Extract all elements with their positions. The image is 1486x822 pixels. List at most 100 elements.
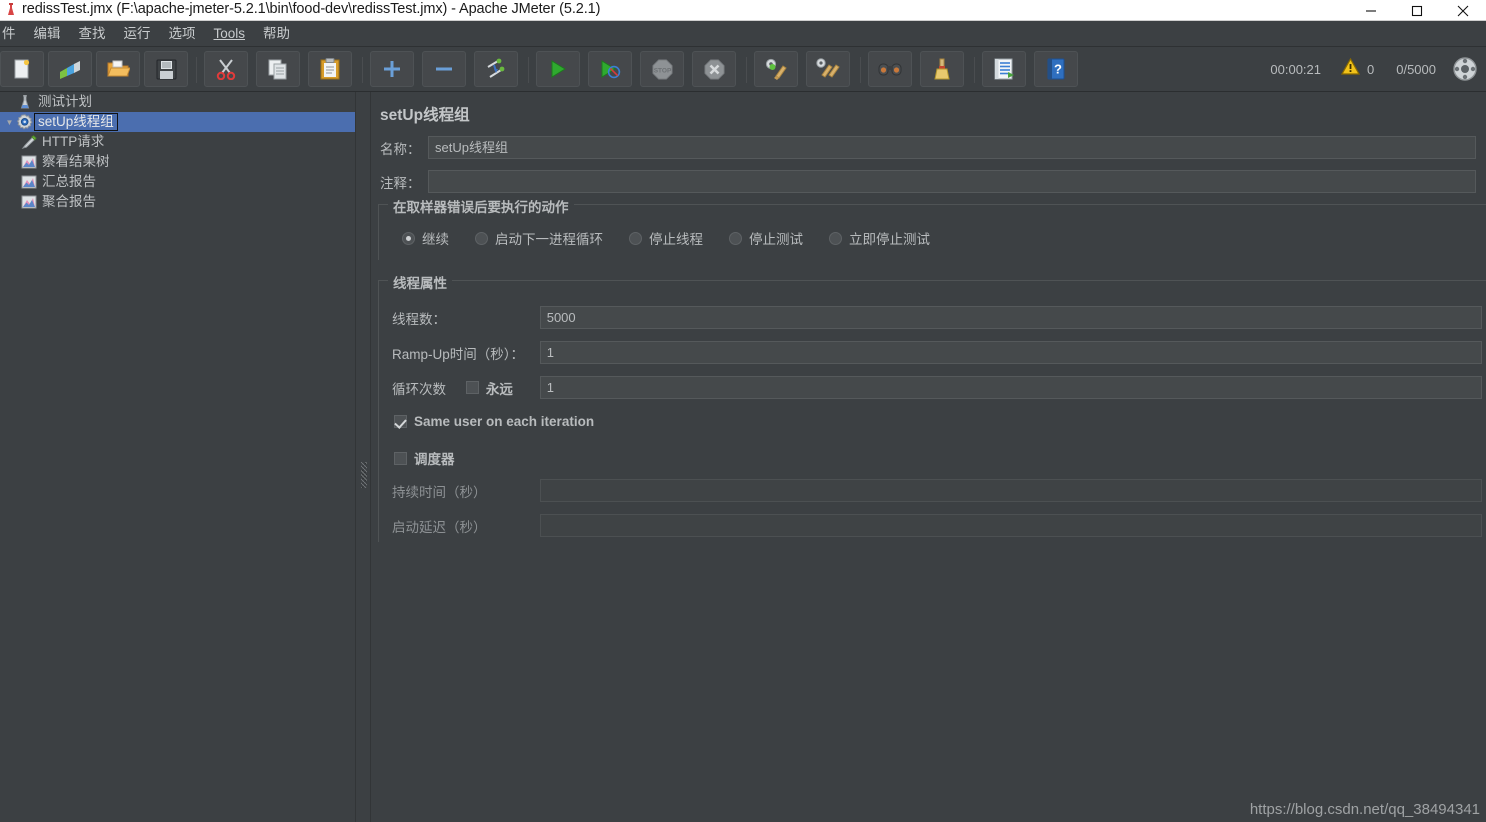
forever-checkbox[interactable]: 永远 xyxy=(465,378,540,398)
num-threads-input[interactable]: 5000 xyxy=(539,306,1482,329)
radio-start-next-loop[interactable]: 启动下一进程循环 xyxy=(475,228,603,248)
tree-item-label: HTTP请求 xyxy=(42,134,105,149)
tree-item-label: 聚合报告 xyxy=(42,194,96,209)
http-request-icon xyxy=(19,134,39,150)
start-no-pauses-button[interactable] xyxy=(588,51,632,87)
shutdown-button[interactable] xyxy=(692,51,736,87)
thread-properties-group-title: 线程属性 xyxy=(388,272,452,292)
running-indicator-icon xyxy=(1452,56,1478,82)
warning-count: 0 xyxy=(1367,61,1375,77)
app-icon xyxy=(4,3,18,18)
tree-item-setup-thread-group[interactable]: ▼ setUp线程组 xyxy=(0,112,355,132)
collapse-all-button[interactable] xyxy=(422,51,466,87)
close-button[interactable] xyxy=(1440,0,1486,21)
minimize-button[interactable] xyxy=(1348,0,1394,21)
ramp-up-input[interactable]: 1 xyxy=(539,341,1482,364)
radio-label: 停止测试 xyxy=(749,232,803,247)
radio-label: 继续 xyxy=(422,232,449,247)
start-button[interactable] xyxy=(536,51,580,87)
test-plan-tree[interactable]: 测试计划 ▼ setUp线程组 HTTP请求 察看结果树 汇总报告 聚合报告 xyxy=(0,92,355,822)
clear-all-button[interactable] xyxy=(806,51,850,87)
menu-search[interactable]: 查找 xyxy=(70,21,115,47)
svg-text:STOP: STOP xyxy=(653,67,671,74)
tree-item-http-request[interactable]: HTTP请求 xyxy=(0,132,355,152)
tree-twisty[interactable] xyxy=(4,92,15,112)
ramp-up-label: Ramp-Up时间（秒）： xyxy=(392,346,525,362)
function-helper-button[interactable] xyxy=(982,51,1026,87)
menu-options[interactable]: 选项 xyxy=(160,21,205,47)
comment-input[interactable] xyxy=(428,170,1476,193)
name-label: 名称： xyxy=(380,141,421,157)
startup-delay-label: 启动延迟（秒） xyxy=(392,519,487,535)
forever-label: 永远 xyxy=(485,381,513,397)
error-action-group-title: 在取样器错误后要执行的动作 xyxy=(388,196,574,216)
paste-button[interactable] xyxy=(308,51,352,87)
cut-button[interactable] xyxy=(204,51,248,87)
window-title: redissTest.jmx (F:\apache-jmeter-5.2.1\b… xyxy=(22,1,601,17)
same-user-checkbox[interactable]: Same user on each iteration xyxy=(394,414,594,429)
expand-all-button[interactable] xyxy=(370,51,414,87)
search-button[interactable] xyxy=(868,51,912,87)
maximize-button[interactable] xyxy=(1394,0,1440,21)
num-threads-row: 线程数： 5000 xyxy=(392,306,1482,329)
duration-input[interactable] xyxy=(539,479,1482,502)
scheduler-checkbox[interactable]: 调度器 xyxy=(394,448,455,468)
menu-edit[interactable]: 编辑 xyxy=(25,21,70,47)
splitter-grip[interactable] xyxy=(361,462,367,488)
setup-thread-group-icon xyxy=(15,114,35,130)
menu-tools-label: Tools xyxy=(213,25,246,41)
help-button[interactable]: ? xyxy=(1034,51,1078,87)
summary-report-icon xyxy=(19,174,39,190)
toggle-button[interactable] xyxy=(474,51,518,87)
toolbar-status: 00:00:21 0 0/5000 xyxy=(1270,51,1478,87)
name-input[interactable]: setUp线程组 xyxy=(428,136,1476,159)
radio-indicator xyxy=(629,231,642,245)
radio-stop-test-now[interactable]: 立即停止测试 xyxy=(829,228,930,248)
radio-label: 立即停止测试 xyxy=(849,232,930,247)
tree-twisty[interactable]: ▼ xyxy=(4,112,15,132)
duration-label: 持续时间（秒） xyxy=(392,484,487,500)
startup-delay-input[interactable] xyxy=(539,514,1482,537)
scheduler-label: 调度器 xyxy=(414,452,455,467)
menu-file[interactable]: 件 xyxy=(0,21,25,47)
stop-button[interactable]: STOP xyxy=(640,51,684,87)
aggregate-report-icon xyxy=(19,194,39,210)
watermark: https://blog.csdn.net/qq_38494341 xyxy=(1249,801,1480,818)
tree-item-test-plan[interactable]: 测试计划 xyxy=(0,92,355,112)
tree-item-view-results-tree[interactable]: 察看结果树 xyxy=(0,152,355,172)
same-user-label: Same user on each iteration xyxy=(414,414,595,429)
reset-search-button[interactable] xyxy=(920,51,964,87)
test-plan-icon xyxy=(15,94,35,110)
clear-button[interactable] xyxy=(754,51,798,87)
toolbar: STOP ? 00:00:21 0 0/5000 xyxy=(0,47,1486,92)
elapsed-timer: 00:00:21 xyxy=(1270,61,1321,77)
radio-continue[interactable]: 继续 xyxy=(402,228,449,248)
active-threads-count: 0/5000 xyxy=(1396,61,1436,77)
menu-help[interactable]: 帮助 xyxy=(254,21,299,47)
tree-item-label: 测试计划 xyxy=(38,94,92,109)
ramp-up-row: Ramp-Up时间（秒）： 1 xyxy=(392,341,1482,364)
tree-item-aggregate-report[interactable]: 聚合报告 xyxy=(0,192,355,212)
jmeter-window: redissTest.jmx (F:\apache-jmeter-5.2.1\b… xyxy=(0,0,1486,822)
radio-indicator xyxy=(402,231,415,245)
menu-bar: 件 编辑 查找 运行 选项 Tools 帮助 xyxy=(0,21,1486,47)
num-threads-label: 线程数： xyxy=(392,311,446,327)
radio-indicator xyxy=(475,231,488,245)
radio-indicator xyxy=(829,231,842,245)
loop-count-input[interactable]: 1 xyxy=(539,376,1482,399)
radio-stop-test[interactable]: 停止测试 xyxy=(729,228,803,248)
panel-splitter[interactable] xyxy=(355,92,371,822)
tree-item-summary-report[interactable]: 汇总报告 xyxy=(0,172,355,192)
menu-tools[interactable]: Tools xyxy=(205,21,255,47)
error-action-radios: 继续 启动下一进程循环 停止线程 停止测试 立即停止测试 xyxy=(402,228,956,248)
open-button[interactable] xyxy=(96,51,140,87)
menu-run[interactable]: 运行 xyxy=(115,21,160,47)
comment-row: 注释： xyxy=(380,170,1480,193)
warning-status[interactable]: 0 xyxy=(1340,57,1375,80)
copy-button[interactable] xyxy=(256,51,300,87)
radio-stop-thread[interactable]: 停止线程 xyxy=(629,228,703,248)
new-test-plan-button[interactable] xyxy=(0,51,44,87)
loop-count-label: 循环次数 xyxy=(392,381,446,397)
templates-button[interactable] xyxy=(48,51,92,87)
save-button[interactable] xyxy=(144,51,188,87)
